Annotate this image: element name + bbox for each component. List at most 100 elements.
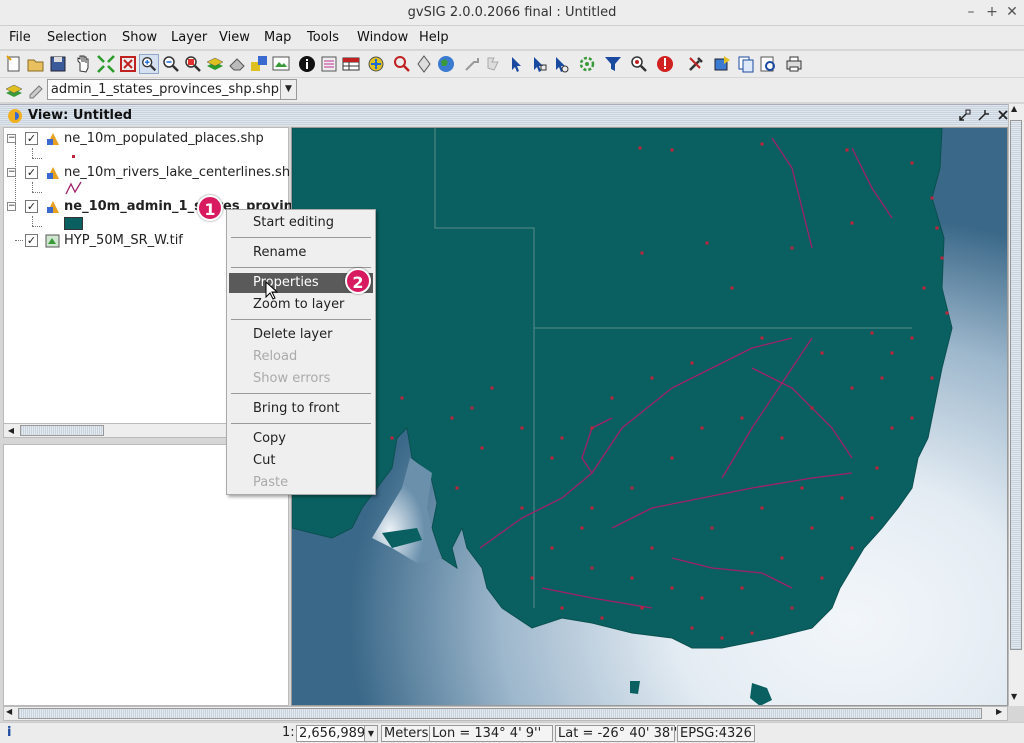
gear-icon[interactable] — [577, 54, 597, 74]
map-frame-icon[interactable] — [271, 54, 291, 74]
zoom-in-icon[interactable] — [139, 54, 159, 74]
select-rect-icon[interactable] — [506, 54, 526, 74]
menu-item-cut[interactable]: Cut — [229, 451, 373, 471]
eraser-icon[interactable] — [227, 54, 247, 74]
filter-icon[interactable] — [603, 54, 623, 74]
select-polygon-icon[interactable] — [528, 54, 548, 74]
scroll-left-icon[interactable]: ◀ — [4, 424, 18, 437]
table-icon[interactable] — [341, 54, 361, 74]
full-extent-icon[interactable] — [118, 54, 138, 74]
minimize-button[interactable]: – — [962, 3, 980, 21]
tools-icon[interactable] — [686, 54, 706, 74]
place-marker — [705, 241, 709, 245]
layer-name-populated-places[interactable]: ne_10m_populated_places.shp — [64, 131, 264, 146]
place-marker — [638, 146, 642, 150]
expander-icon[interactable]: − — [7, 168, 16, 177]
menu-window[interactable]: Window — [357, 30, 408, 45]
place-marker — [930, 376, 934, 380]
menu-view[interactable]: View — [219, 30, 250, 45]
scroll-down-icon[interactable]: ▼ — [1011, 692, 1017, 701]
chevron-down-icon[interactable]: ▼ — [280, 80, 296, 99]
maximize-view-icon[interactable] — [977, 108, 991, 122]
globe-icon[interactable] — [436, 54, 456, 74]
layer-name-raster[interactable]: HYP_50M_SR_W.tif — [64, 233, 183, 248]
menu-help[interactable]: Help — [419, 30, 449, 45]
zoom-info-icon[interactable] — [629, 54, 649, 74]
menu-separator — [231, 237, 371, 238]
expander-icon[interactable]: − — [7, 134, 16, 143]
place-marker — [455, 486, 459, 490]
menu-map[interactable]: Map — [264, 30, 291, 45]
menu-item-paste[interactable]: Paste — [229, 473, 373, 493]
zoom-out-icon[interactable] — [161, 54, 181, 74]
menu-item-bring-to-front[interactable]: Bring to front — [229, 399, 373, 419]
print-icon[interactable] — [784, 54, 804, 74]
add-layer-icon[interactable] — [249, 54, 269, 74]
place-marker — [640, 251, 644, 255]
layer-stack-icon[interactable] — [5, 81, 23, 99]
restore-view-icon[interactable] — [958, 108, 972, 122]
chevron-down-icon[interactable]: ▼ — [364, 726, 377, 741]
select-pointer-icon[interactable] — [484, 54, 504, 74]
place-marker — [870, 331, 874, 335]
map-horizontal-scrollbar[interactable]: ◀ ▶ — [3, 706, 1008, 721]
menu-tools[interactable]: Tools — [307, 30, 339, 45]
zoom-to-point-icon[interactable] — [392, 54, 412, 74]
layer-checkbox-admin[interactable]: ✓ — [25, 200, 38, 213]
error-icon[interactable] — [655, 54, 675, 74]
menu-item-show-errors[interactable]: Show errors — [229, 369, 373, 389]
raster-layer-icon — [45, 234, 60, 248]
menu-item-rename[interactable]: Rename — [229, 243, 373, 263]
layer-checkbox-populated-places[interactable]: ✓ — [25, 132, 38, 145]
scroll-up-icon[interactable]: ▲ — [1011, 104, 1017, 113]
scroll-right-icon[interactable]: ▶ — [996, 707, 1002, 716]
new-icon[interactable] — [4, 54, 24, 74]
place-marker — [530, 576, 534, 580]
menu-layer[interactable]: Layer — [171, 30, 207, 45]
pan-icon[interactable] — [74, 54, 94, 74]
menu-item-zoom-to-layer[interactable]: Zoom to layer — [229, 295, 373, 315]
active-layer-combo[interactable]: ne_10m_admin_1_states_provinces_shp.shp … — [47, 79, 297, 100]
expander-icon[interactable]: − — [7, 202, 16, 211]
layer-name-rivers[interactable]: ne_10m_rivers_lake_centerlines.shp — [64, 165, 298, 180]
menu-show[interactable]: Show — [122, 30, 157, 45]
map-canvas[interactable] — [291, 127, 1008, 706]
layer-checkbox-rivers[interactable]: ✓ — [25, 166, 38, 179]
menu-file[interactable]: File — [9, 30, 31, 45]
close-button[interactable]: ✕ — [1003, 3, 1021, 21]
place-marker — [730, 286, 734, 290]
window-title: gvSIG 2.0.0.2066 final : Untitled — [407, 5, 617, 20]
zoom-select-icon[interactable] — [183, 54, 203, 74]
zoom-extent-icon[interactable] — [96, 54, 116, 74]
menu-item-start-editing[interactable]: Start editing — [229, 213, 373, 233]
info-icon[interactable] — [297, 54, 317, 74]
map-vertical-scrollbar[interactable]: ▲ ▼ — [1008, 104, 1024, 706]
locator-icon[interactable] — [366, 54, 386, 74]
save-icon[interactable] — [48, 54, 68, 74]
scroll-left-icon[interactable]: ◀ — [6, 707, 12, 716]
layer-checkbox-raster[interactable]: ✓ — [25, 234, 38, 247]
scale-combo[interactable]: 2,656,989 ▼ — [296, 725, 378, 742]
edit-layer-icon[interactable] — [27, 81, 45, 99]
preview-icon[interactable] — [758, 54, 778, 74]
place-marker — [810, 406, 814, 410]
info-status-icon: i — [7, 725, 12, 740]
scroll-thumb[interactable] — [20, 425, 104, 436]
selection-icon[interactable] — [319, 54, 339, 74]
menu-item-reload[interactable]: Reload — [229, 347, 373, 367]
open-icon[interactable] — [26, 54, 46, 74]
scroll-thumb[interactable] — [1010, 120, 1022, 650]
scroll-thumb[interactable] — [18, 708, 982, 719]
copy-icon[interactable] — [736, 54, 756, 74]
menu-item-delete-layer[interactable]: Delete layer — [229, 325, 373, 345]
menu-selection[interactable]: Selection — [47, 30, 107, 45]
place-marker — [850, 221, 854, 225]
title-bar: gvSIG 2.0.0.2066 final : Untitled – + ✕ — [0, 0, 1024, 26]
maximize-button[interactable]: + — [983, 3, 1001, 21]
hyperlink-icon[interactable] — [462, 54, 482, 74]
layers-icon[interactable] — [205, 54, 225, 74]
geo-icon[interactable] — [414, 54, 434, 74]
export-icon[interactable] — [712, 54, 732, 74]
menu-item-copy[interactable]: Copy — [229, 429, 373, 449]
select-circle-icon[interactable] — [550, 54, 570, 74]
